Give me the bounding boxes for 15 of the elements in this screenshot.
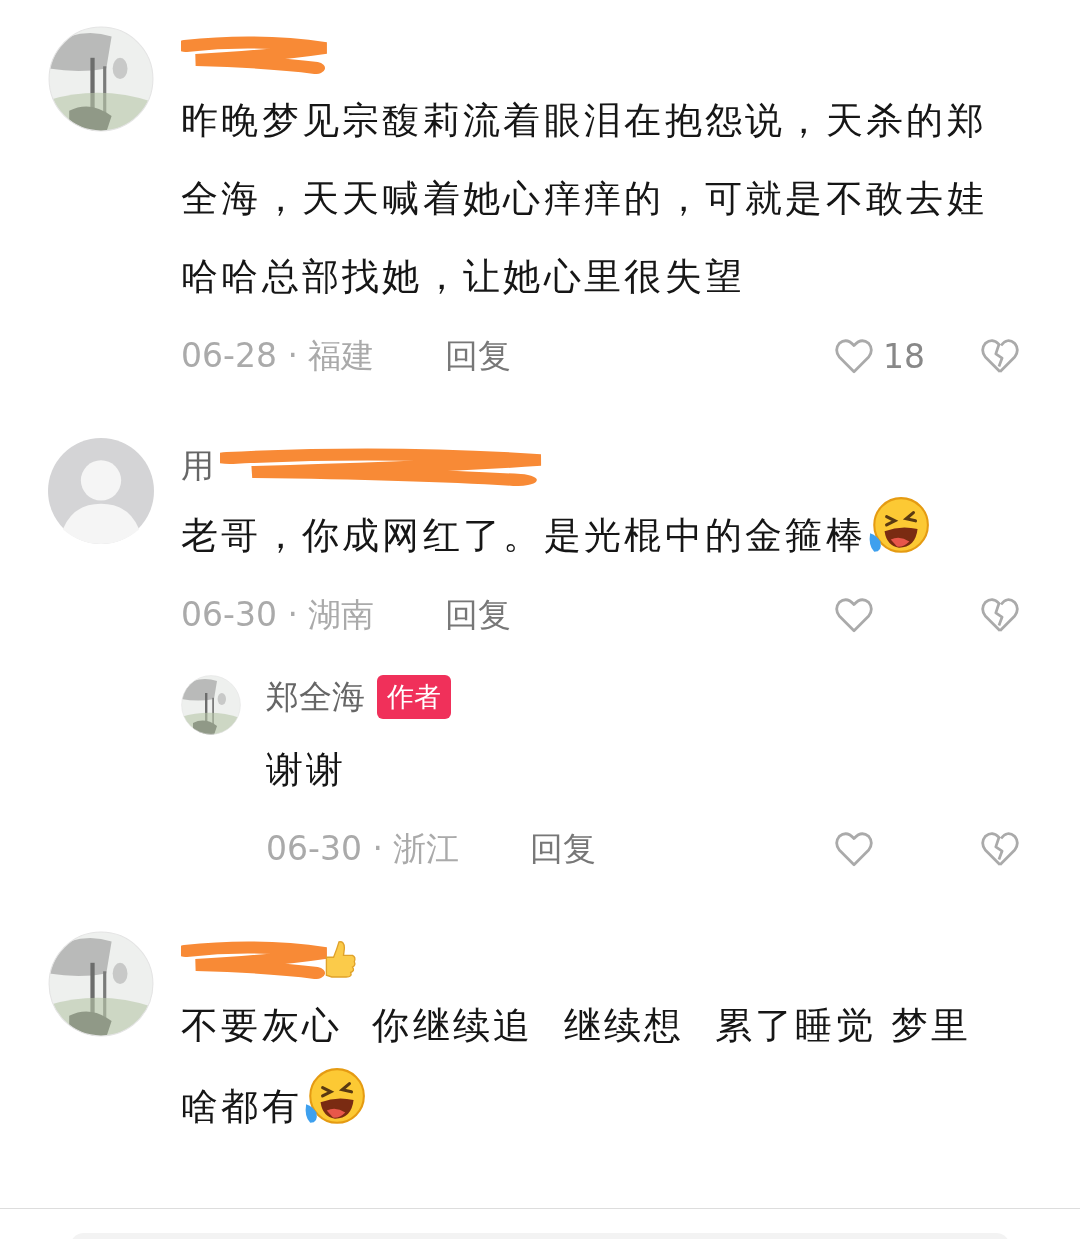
default-avatar-icon[interactable] [48, 438, 154, 544]
reply-link[interactable]: 回复 [445, 333, 511, 379]
date-location: 06-28 · 福建 [181, 334, 376, 377]
username[interactable]: 郑全海 [266, 674, 365, 720]
comment-text: 谢谢 [266, 747, 348, 793]
date-location: 06-30 · 湖南 [181, 593, 376, 636]
comment-text: 老哥，你成网红了。是光棍中的金箍棒 [181, 494, 1011, 575]
username[interactable]: 用 [181, 443, 214, 489]
comment-text: 不要灰心 你继续追 继续想 累了睡觉 梦里啥都有 [181, 987, 1011, 1146]
author-badge: 作者 [377, 675, 451, 719]
date-location: 06-30 · 浙江 [266, 827, 461, 870]
reply-link[interactable]: 回复 [445, 592, 511, 638]
reply-link[interactable]: 回复 [530, 826, 596, 872]
comment-text: 昨晚梦见宗馥莉流着眼泪在抱怨说，天杀的郑全海，天天喊着她心痒痒的，可就是不敢去娃哈哈总部找她，让她心里很失望 [181, 98, 988, 300]
like-count: 18 [883, 336, 925, 376]
